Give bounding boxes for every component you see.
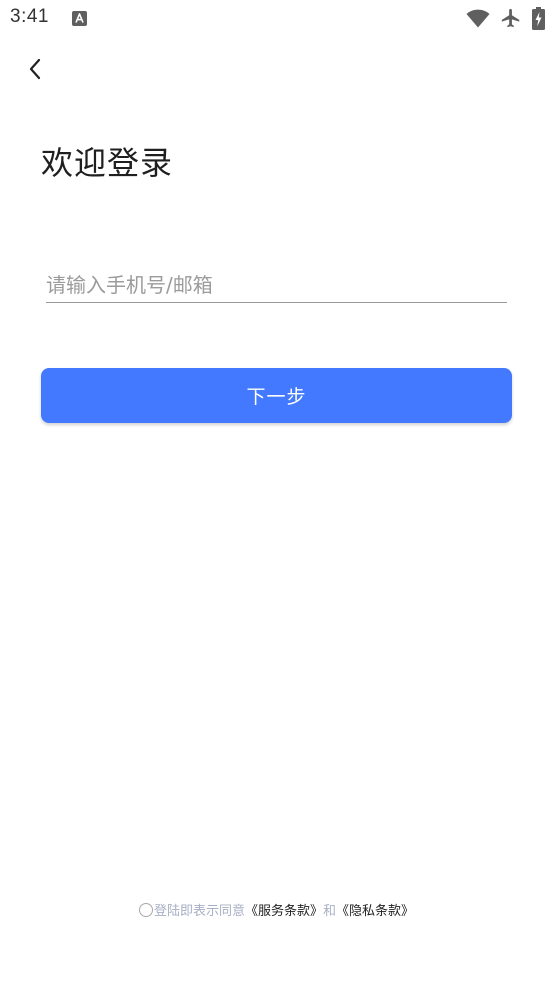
status-bar: 3:41	[0, 0, 553, 40]
status-icons	[466, 6, 545, 30]
agreement-prefix: 登陆即表示同意	[153, 904, 245, 919]
status-time: 3:41	[10, 6, 49, 27]
account-input[interactable]	[46, 268, 507, 303]
back-button[interactable]	[18, 54, 52, 88]
agree-checkbox[interactable]	[138, 902, 153, 917]
wifi-icon	[466, 9, 490, 28]
next-button[interactable]: 下一步	[41, 368, 512, 423]
service-terms-link[interactable]: 《服务条款》	[245, 900, 323, 919]
agreement-and: 和	[323, 904, 337, 919]
font-notification-icon	[72, 11, 87, 26]
page-title: 欢迎登录	[41, 144, 174, 182]
agreement-row: 登陆即表示同意 《服务条款》 和 《隐私条款》	[0, 900, 553, 919]
chevron-left-icon	[28, 58, 42, 84]
privacy-terms-link[interactable]: 《隐私条款》	[336, 900, 414, 919]
airplane-mode-icon	[500, 7, 522, 29]
battery-charging-icon	[532, 6, 545, 30]
